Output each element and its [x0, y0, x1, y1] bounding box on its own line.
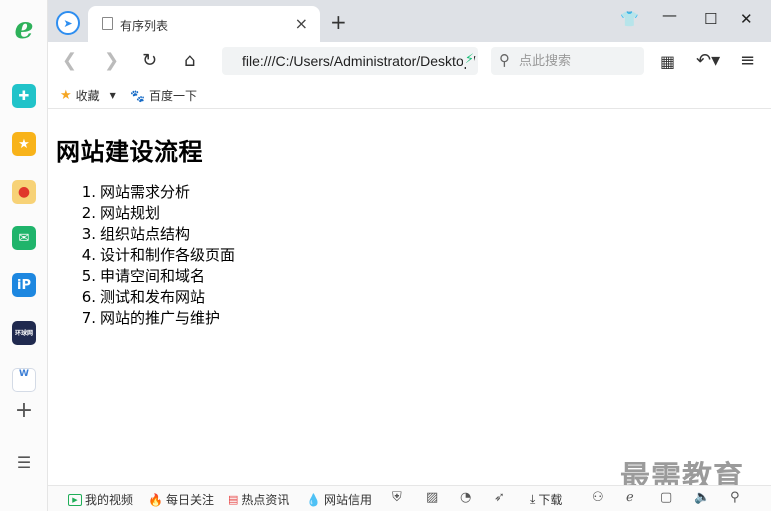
my-video-label: 我的视频 [85, 493, 134, 507]
download-button[interactable]: ⤓ 下载 [530, 491, 562, 508]
page-content: 网站建设流程 1. 网站需求分析 2. 网站规划 3. 组织站点结构 4. 设计和制作各… [48, 110, 771, 485]
list-item: 1. 网站需求分析 [81, 183, 191, 201]
window-icon[interactable]: ▢ [660, 490, 672, 505]
apps-grid-icon[interactable]: ▦ [660, 52, 675, 71]
ie-compat-icon[interactable]: ℯ [626, 490, 634, 505]
document-icon[interactable]: W [12, 368, 36, 392]
tab-title: 有序列表 [120, 19, 169, 33]
bookmarks-bar: ★ 收藏 ▼ 🐾 百度一下 [48, 82, 771, 109]
site-credit-label: 网站信用 [323, 493, 372, 507]
hot-news-button[interactable]: ▤ 热点资讯 [228, 491, 289, 508]
gamepad-icon[interactable]: ⚇ [592, 490, 604, 505]
bookmark-baidu[interactable]: 🐾 百度一下 [130, 87, 197, 104]
browser-logo-icon[interactable]: e [10, 11, 38, 46]
ip-app-icon[interactable]: iP [12, 273, 36, 297]
search-box[interactable]: ⚲ [491, 47, 644, 75]
reload-icon[interactable]: ↻ [142, 50, 157, 71]
health-plus-icon[interactable]: ✚ [12, 84, 36, 108]
rocket-icon[interactable]: ➶ [494, 490, 505, 505]
address-bar[interactable]: file:///C:/Users/Administrator/Desktop/ … [222, 47, 478, 75]
favorites-button[interactable]: ★ 收藏 ▼ [60, 87, 116, 104]
undo-closed-tab-icon[interactable]: ↶▾ [696, 50, 720, 71]
site-credit-button[interactable]: 💧 网站信用 [306, 491, 372, 508]
forward-icon[interactable]: ❯ [104, 50, 119, 71]
minimize-icon[interactable]: — [662, 6, 677, 24]
list-item: 3. 组织站点结构 [81, 225, 191, 243]
mail-icon[interactable]: ✉ [12, 226, 36, 250]
speed-mode-bolt-icon[interactable]: ⚡ [462, 52, 474, 67]
list-item: 4. 设计和制作各级页面 [81, 246, 236, 264]
list-item: 6. 测试和发布网站 [81, 288, 206, 306]
back-icon[interactable]: ❮ [62, 50, 77, 71]
huanqiu-app-icon[interactable]: 环球网 [12, 321, 36, 345]
flame-icon: 🔥 [148, 492, 163, 507]
play-icon: ▶ [68, 493, 82, 506]
maximize-icon[interactable]: ☐ [704, 10, 717, 28]
list-item: 5. 申请空间和域名 [81, 267, 206, 285]
zoom-icon[interactable]: ⚲ [730, 490, 740, 505]
skin-shirt-icon[interactable]: 👕 [620, 10, 639, 28]
window-close-icon[interactable]: ✕ [740, 10, 753, 28]
sound-icon[interactable]: 🔈 [694, 490, 710, 505]
navigation-compass-icon[interactable]: ➤ [56, 11, 80, 35]
shield-icon[interactable]: ⛨ [392, 490, 402, 505]
baidu-paw-icon: 🐾 [130, 88, 145, 103]
home-icon[interactable]: ⌂ [184, 50, 195, 71]
favorites-label: 收藏 [75, 89, 100, 103]
search-icon: ⚲ [499, 51, 510, 69]
status-bar: ▶ 我的视频 🔥 每日关注 ▤ 热点资讯 💧 网站信用 ⛨ ▨ ◔ ➶ ⤓ 下载… [48, 485, 771, 511]
speedometer-icon[interactable]: ◔ [460, 490, 471, 505]
favorites-star-icon[interactable]: ★ [12, 132, 36, 156]
hot-news-label: 热点资讯 [241, 493, 290, 507]
news-icon: ▤ [228, 493, 239, 506]
favorites-star-icon: ★ [60, 88, 72, 103]
toolbar: ❮ ❯ ↻ ⌂ file:///C:/Users/Administrator/D… [48, 42, 771, 82]
download-icon: ⤓ [530, 492, 536, 506]
address-url[interactable]: file:///C:/Users/Administrator/Desktop/ [242, 53, 475, 69]
tab-active[interactable]: 有序列表 × [88, 6, 320, 42]
my-video-button[interactable]: ▶ 我的视频 [68, 491, 133, 508]
sidebar-menu-icon[interactable]: ☰ [12, 450, 36, 474]
list-item: 7. 网站的推广与维护 [81, 309, 221, 327]
ordered-list: 1. 网站需求分析 2. 网站规划 3. 组织站点结构 4. 设计和制作各级页面 5. 申… [78, 182, 235, 329]
daily-focus-button[interactable]: 🔥 每日关注 [148, 491, 214, 508]
chevron-down-icon[interactable]: ▼ [110, 91, 116, 100]
bookmark-baidu-label: 百度一下 [148, 89, 197, 103]
page-title: 网站建设流程 [56, 138, 203, 166]
add-app-icon[interactable]: + [12, 398, 36, 423]
droplet-icon: 💧 [306, 492, 321, 507]
new-tab-button[interactable]: + [330, 10, 347, 34]
sidebar: e ✚ ★ ● ✉ iP 环球网 W + ☰ [0, 0, 48, 511]
main-menu-icon[interactable]: ≡ [740, 50, 755, 71]
download-label: 下载 [538, 493, 563, 507]
tab-close-icon[interactable]: × [295, 14, 308, 33]
daily-focus-label: 每日关注 [165, 493, 214, 507]
list-item: 2. 网站规划 [81, 204, 161, 222]
page-document-icon [102, 17, 113, 30]
weibo-icon[interactable]: ● [12, 180, 36, 204]
title-bar: ➤ 有序列表 × + 👕 — ☐ ✕ [48, 0, 771, 42]
search-input[interactable] [519, 53, 637, 70]
image-icon[interactable]: ▨ [426, 490, 438, 505]
